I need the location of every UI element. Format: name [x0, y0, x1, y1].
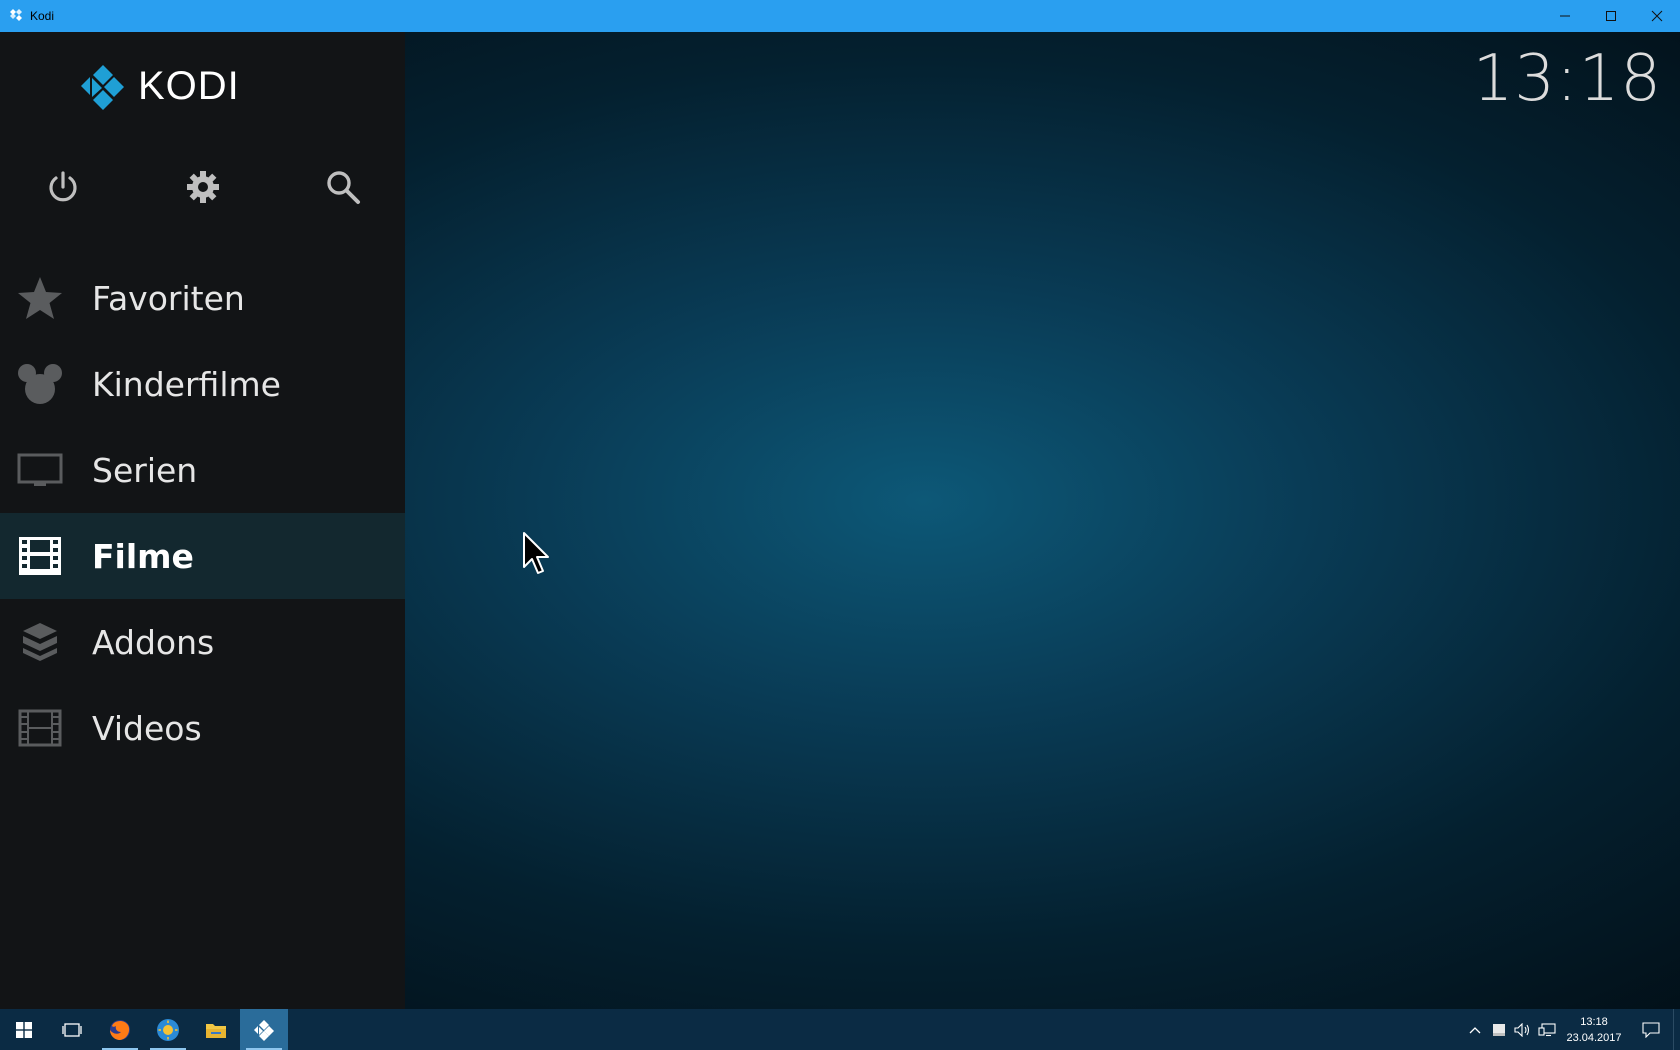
kodi-logo-icon	[81, 65, 124, 110]
menu-item-filme[interactable]: Filme	[0, 513, 405, 599]
filmstrip-icon	[19, 537, 61, 575]
action-center-button[interactable]	[1629, 1009, 1673, 1050]
sidebar: KODI Favoriten Kinderfilme Serien Filme …	[0, 32, 405, 1009]
firefox-icon	[110, 1019, 130, 1040]
taskbar-firefox[interactable]	[96, 1009, 144, 1050]
settings-gear-icon	[187, 171, 219, 203]
taskbar-clock[interactable]: 13:18 23.04.2017	[1559, 1014, 1629, 1046]
kodi-logo-text: KODI	[138, 63, 240, 108]
search-button[interactable]	[313, 157, 373, 217]
main-menu: Favoriten Kinderfilme Serien Filme Addon…	[0, 255, 405, 771]
weather-app-icon	[157, 1018, 179, 1041]
network-icon	[1538, 1022, 1556, 1036]
close-icon	[1651, 10, 1663, 22]
power-button[interactable]	[33, 157, 93, 217]
power-icon	[49, 171, 77, 202]
network-button[interactable]	[1535, 1009, 1559, 1050]
taskbar-weather-app[interactable]	[144, 1009, 192, 1050]
tray-overflow-button[interactable]	[1463, 1009, 1487, 1050]
file-explorer-icon	[206, 1023, 226, 1038]
chevron-up-icon	[1469, 1026, 1481, 1033]
system-tray: 13:18 23.04.2017	[1463, 1009, 1680, 1050]
settings-button[interactable]	[173, 157, 233, 217]
video-frames-icon	[18, 709, 62, 747]
search-icon	[327, 171, 360, 204]
tv-icon	[17, 453, 63, 486]
taskbar-time: 13:18	[1580, 1015, 1608, 1028]
maximize-icon	[1606, 11, 1616, 21]
taskbar-file-explorer[interactable]	[192, 1009, 240, 1050]
menu-item-favoriten[interactable]: Favoriten	[0, 255, 405, 341]
tray-app-button[interactable]	[1487, 1009, 1511, 1050]
minimize-button[interactable]	[1542, 0, 1588, 32]
kodi-logo: KODI	[78, 60, 240, 112]
kodi-icon	[254, 1019, 274, 1041]
close-button[interactable]	[1634, 0, 1680, 32]
task-view-icon	[62, 1022, 82, 1037]
volume-icon	[1514, 1022, 1530, 1037]
menu-item-videos[interactable]: Videos	[0, 685, 405, 771]
taskbar-kodi[interactable]	[240, 1009, 288, 1050]
task-view-button[interactable]	[48, 1009, 96, 1050]
window-title: Kodi	[30, 9, 55, 23]
menu-item-serien[interactable]: Serien	[0, 427, 405, 513]
taskbar-date: 23.04.2017	[1566, 1031, 1622, 1044]
windows-start-icon	[16, 1021, 32, 1038]
mouse-ears-icon	[18, 364, 62, 404]
kodi-home-screen: KODI Favoriten Kinderfilme Serien Filme …	[0, 32, 1680, 1009]
notification-icon	[1642, 1021, 1660, 1038]
star-icon	[18, 277, 62, 319]
tray-app-icon	[1493, 1023, 1505, 1036]
menu-item-addons[interactable]: Addons	[0, 599, 405, 685]
volume-button[interactable]	[1511, 1009, 1535, 1050]
clock: 13:18	[1472, 42, 1662, 116]
addon-box-icon	[23, 623, 57, 661]
window-title-bar[interactable]: Kodi	[0, 0, 1680, 32]
kodi-window-icon	[10, 9, 22, 21]
maximize-button[interactable]	[1588, 0, 1634, 32]
mouse-pointer-icon	[523, 532, 549, 574]
windows-taskbar: 13:18 23.04.2017	[0, 1009, 1680, 1050]
show-desktop-button[interactable]	[1673, 1009, 1680, 1050]
minimize-icon	[1560, 15, 1570, 17]
start-button[interactable]	[0, 1009, 48, 1050]
menu-item-kinderfilme[interactable]: Kinderfilme	[0, 341, 405, 427]
